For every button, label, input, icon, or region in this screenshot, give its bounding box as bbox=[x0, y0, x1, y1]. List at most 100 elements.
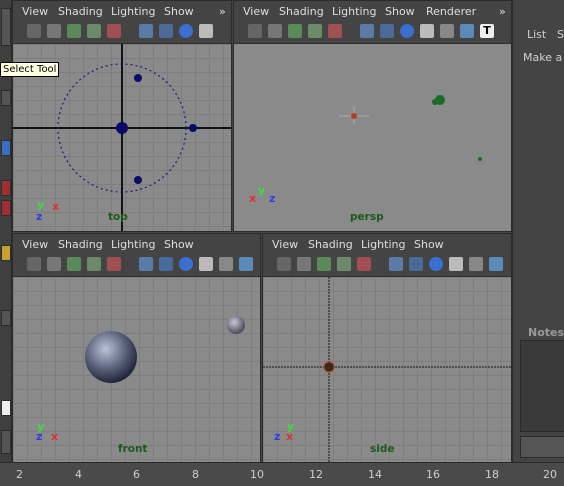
menu-shading[interactable]: Shading bbox=[58, 238, 103, 251]
viewport-persp[interactable]: View Shading Lighting Show Renderer » T … bbox=[233, 0, 512, 232]
camera-icon[interactable] bbox=[27, 24, 41, 38]
ruler-tick-label: 14 bbox=[368, 468, 382, 481]
tab-selected[interactable]: Se bbox=[557, 28, 564, 41]
camera-icon[interactable] bbox=[248, 24, 262, 38]
xray-icon[interactable] bbox=[219, 257, 233, 271]
viewport-menu-bar: View Shading Lighting Show » bbox=[13, 1, 231, 21]
camera-icon[interactable] bbox=[277, 257, 291, 271]
menu-shading[interactable]: Shading bbox=[279, 5, 324, 18]
menu-overflow[interactable]: » bbox=[219, 5, 226, 18]
textured-icon[interactable] bbox=[400, 24, 414, 38]
tool-button[interactable] bbox=[1, 140, 11, 156]
lights-icon[interactable] bbox=[199, 24, 213, 38]
viewport-canvas[interactable]: y z x front bbox=[13, 277, 260, 463]
ruler-tick-label: 16 bbox=[426, 468, 440, 481]
lights-icon[interactable] bbox=[420, 24, 434, 38]
menu-show[interactable]: Show bbox=[385, 5, 415, 18]
time-slider-ruler[interactable]: 2 4 6 8 10 12 14 16 18 20 bbox=[0, 462, 564, 486]
lights-icon[interactable] bbox=[449, 257, 463, 271]
notes-field[interactable] bbox=[520, 340, 564, 432]
image-plane-icon[interactable] bbox=[337, 257, 351, 271]
image-plane-icon[interactable] bbox=[308, 24, 322, 38]
viewport-icon-bar: T bbox=[234, 21, 511, 44]
menu-view[interactable]: View bbox=[22, 5, 48, 18]
bookmark-icon[interactable] bbox=[317, 257, 331, 271]
bookmark-icon[interactable] bbox=[288, 24, 302, 38]
smooth-shade-icon[interactable] bbox=[159, 24, 173, 38]
menu-lighting[interactable]: Lighting bbox=[332, 5, 376, 18]
isolate-icon[interactable] bbox=[239, 257, 253, 271]
camera-icon[interactable] bbox=[27, 257, 41, 271]
viewport-canvas[interactable]: y z x side bbox=[263, 277, 511, 463]
panel-button[interactable] bbox=[520, 436, 564, 458]
menu-overflow[interactable]: » bbox=[499, 5, 506, 18]
menu-view[interactable]: View bbox=[22, 238, 48, 251]
isolate-icon[interactable] bbox=[489, 257, 503, 271]
axis-z-label: z bbox=[274, 430, 281, 443]
bookmark-icon[interactable] bbox=[67, 257, 81, 271]
tool-button[interactable] bbox=[1, 200, 11, 216]
wireframe-icon[interactable] bbox=[360, 24, 374, 38]
select-tool-tooltip: Select Tool bbox=[0, 62, 60, 77]
textured-icon[interactable] bbox=[179, 257, 193, 271]
wireframe-icon[interactable] bbox=[139, 24, 153, 38]
viewport-top[interactable]: View Shading Lighting Show » y x z top bbox=[12, 0, 232, 232]
menu-renderer[interactable]: Renderer bbox=[426, 5, 476, 18]
grid-icon[interactable] bbox=[107, 24, 121, 38]
ruler-tick-label: 8 bbox=[192, 468, 199, 481]
menu-view[interactable]: View bbox=[272, 238, 298, 251]
ruler-tick-label: 12 bbox=[309, 468, 323, 481]
tool-button[interactable] bbox=[1, 400, 11, 416]
camera-attrib-icon[interactable] bbox=[297, 257, 311, 271]
image-plane-icon[interactable] bbox=[87, 257, 101, 271]
menu-shading[interactable]: Shading bbox=[58, 5, 103, 18]
tab-list[interactable]: List bbox=[527, 28, 546, 41]
viewport-icon-bar bbox=[13, 21, 231, 44]
grid-icon[interactable] bbox=[107, 257, 121, 271]
viewport-front[interactable]: View Shading Lighting Show y z x front bbox=[12, 233, 261, 464]
menu-show[interactable]: Show bbox=[164, 238, 194, 251]
menu-show[interactable]: Show bbox=[164, 5, 194, 18]
camera-attrib-icon[interactable] bbox=[47, 24, 61, 38]
viewport-menu-bar: View Shading Lighting Show bbox=[13, 234, 260, 254]
textured-icon[interactable] bbox=[429, 257, 443, 271]
camera-attrib-icon[interactable] bbox=[47, 257, 61, 271]
menu-lighting[interactable]: Lighting bbox=[361, 238, 405, 251]
xray-icon[interactable] bbox=[440, 24, 454, 38]
grid-icon[interactable] bbox=[328, 24, 342, 38]
tool-button[interactable] bbox=[1, 310, 11, 326]
tool-button[interactable] bbox=[1, 245, 11, 261]
axis-x-label: x bbox=[286, 430, 294, 443]
smooth-shade-icon[interactable] bbox=[159, 257, 173, 271]
xray-icon[interactable] bbox=[469, 257, 483, 271]
tool-button[interactable] bbox=[1, 430, 11, 454]
smooth-shade-icon[interactable] bbox=[380, 24, 394, 38]
lights-icon[interactable] bbox=[199, 257, 213, 271]
viewport-side[interactable]: View Shading Lighting Show y z x side bbox=[262, 233, 512, 464]
viewport-label-side: side bbox=[370, 443, 395, 455]
isolate-icon[interactable] bbox=[460, 24, 474, 38]
bookmark-icon[interactable] bbox=[67, 24, 81, 38]
textured-icon[interactable] bbox=[179, 24, 193, 38]
menu-shading[interactable]: Shading bbox=[308, 238, 353, 251]
panel-help-text: Make a s bbox=[523, 51, 564, 64]
tool-button[interactable] bbox=[1, 90, 11, 106]
ruler-tick-label: 18 bbox=[485, 468, 499, 481]
menu-lighting[interactable]: Lighting bbox=[111, 5, 155, 18]
camera-attrib-icon[interactable] bbox=[268, 24, 282, 38]
ruler-tick-label: 4 bbox=[75, 468, 82, 481]
wireframe-icon[interactable] bbox=[389, 257, 403, 271]
smooth-shade-icon[interactable] bbox=[409, 257, 423, 271]
menu-show[interactable]: Show bbox=[414, 238, 444, 251]
renderer-t-icon[interactable]: T bbox=[480, 24, 494, 38]
menu-view[interactable]: View bbox=[243, 5, 269, 18]
select-tool-button[interactable] bbox=[1, 8, 11, 46]
wireframe-icon[interactable] bbox=[139, 257, 153, 271]
image-plane-icon[interactable] bbox=[87, 24, 101, 38]
attribute-panel: List Se Make a s Notes: bbox=[512, 0, 564, 462]
grid-icon[interactable] bbox=[357, 257, 371, 271]
viewport-canvas[interactable]: y x z persp bbox=[234, 44, 511, 231]
tool-button[interactable] bbox=[1, 180, 11, 196]
menu-lighting[interactable]: Lighting bbox=[111, 238, 155, 251]
viewport-icon-bar bbox=[263, 254, 511, 277]
